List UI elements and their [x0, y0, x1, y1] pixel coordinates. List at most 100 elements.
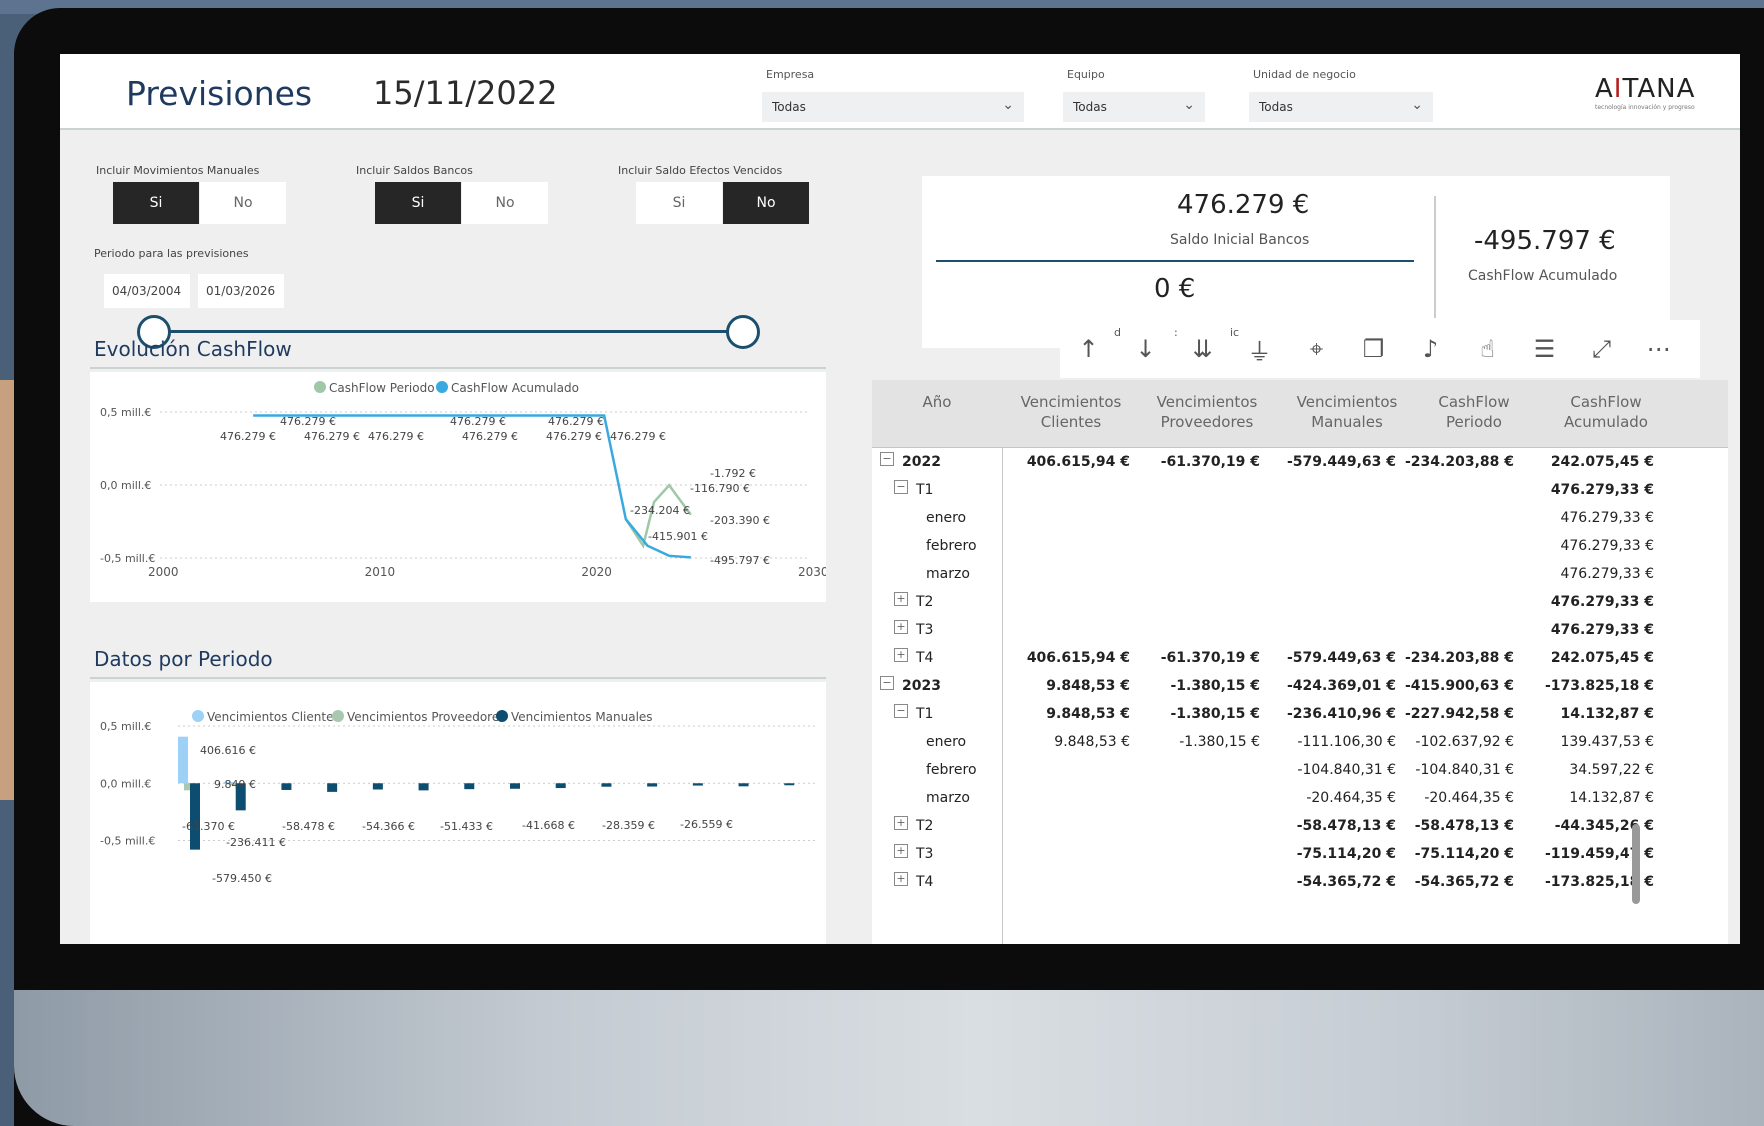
- matrix-row[interactable]: enero 476.279,33 €: [872, 504, 1728, 532]
- kpi-divider: [936, 260, 1414, 262]
- collapse-icon[interactable]: −: [880, 452, 894, 466]
- device-chin: [14, 990, 1764, 1126]
- header-ano[interactable]: Año: [892, 392, 982, 412]
- matrix-cell: 406.615,94 €: [1026, 454, 1130, 470]
- matrix-row[interactable]: febrero 476.279,33 €: [872, 532, 1728, 560]
- more-options-icon[interactable]: ⋯: [1630, 335, 1687, 363]
- banks-yes-button[interactable]: Si: [375, 182, 461, 224]
- aitana-logo-tagline: tecnología innovación y progreso: [1595, 104, 1695, 111]
- expand-icon[interactable]: +: [894, 592, 908, 606]
- like-icon[interactable]: ☝: [1459, 335, 1516, 363]
- matrix-cell: -424.369,01 €: [1287, 678, 1396, 694]
- manual-yes-button[interactable]: Si: [113, 182, 199, 224]
- data-label: 476.279 €: [548, 415, 604, 428]
- matrix-row[interactable]: marzo -20.464,35 € -20.464,35 € 14.132,87 €: [872, 784, 1728, 812]
- y-tick-label: -0,5 mill.€: [100, 552, 155, 565]
- expand-icon[interactable]: +: [894, 648, 908, 662]
- data-label: 476.279 €: [462, 430, 518, 443]
- date-from-input[interactable]: 04/03/2004: [104, 274, 190, 308]
- overdue-effects-label: Incluir Saldo Efectos Vencidos: [618, 164, 783, 177]
- matrix-row[interactable]: + T4 406.615,94 € -61.370,19 € -579.449,63 €…: [872, 644, 1728, 672]
- matrix-header: Año Vencimientos Clientes Vencimientos P…: [872, 380, 1728, 448]
- matrix-row[interactable]: + T3 -75.114,20 € -75.114,20 € -119.459,47 €: [872, 840, 1728, 868]
- matrix-cell: -104.840,31 €: [1297, 762, 1396, 778]
- matrix-cell: 406.615,94 €: [1026, 650, 1130, 666]
- evolucion-cashflow-title: Evolución CashFlow: [94, 337, 292, 361]
- legend-label: Vencimientos Clientes: [207, 710, 340, 724]
- matrix-row[interactable]: + T3 476.279,33 €: [872, 616, 1728, 644]
- row-label: T2: [916, 594, 934, 610]
- manual-movements-label: Incluir Movimientos Manuales: [96, 164, 260, 177]
- row-label: T4: [916, 650, 934, 666]
- effects-no-button[interactable]: No: [723, 182, 809, 224]
- matrix-cell: 14.132,87 €: [1560, 706, 1654, 722]
- banks-no-button[interactable]: No: [462, 182, 548, 224]
- effects-yes-button[interactable]: Si: [636, 182, 722, 224]
- header-vencimientos-manuales[interactable]: Vencimientos Manuales: [1280, 392, 1414, 432]
- header-vencimientos-clientes[interactable]: Vencimientos Clientes: [1006, 392, 1136, 432]
- filter-empresa-select[interactable]: Todas ⌄: [762, 92, 1024, 122]
- sort-descending-icon[interactable]: ↓: [1117, 335, 1174, 363]
- copy-icon[interactable]: ❐: [1345, 335, 1402, 363]
- expand-icon[interactable]: +: [894, 816, 908, 830]
- collapse-icon[interactable]: −: [880, 676, 894, 690]
- bar: [738, 783, 749, 787]
- row-label: T3: [916, 622, 934, 638]
- row-label: febrero: [926, 538, 977, 554]
- matrix-row[interactable]: − T1 476.279,33 €: [872, 476, 1728, 504]
- hierarchy-icon[interactable]: ⏚: [1231, 332, 1288, 367]
- matrix-row[interactable]: − T1 9.848,53 € -1.380,15 € -236.410,96 € -22…: [872, 700, 1728, 728]
- matrix-cell: 9.848,53 €: [1054, 734, 1130, 750]
- header-cashflow-periodo[interactable]: CashFlow Periodo: [1414, 392, 1534, 432]
- zero-value: 0 €: [1154, 274, 1196, 304]
- saldo-inicial-value: 476.279 €: [1177, 190, 1310, 220]
- y-tick-label: 0,0 mill.€: [100, 777, 151, 790]
- matrix-cell: -54.365,72 €: [1296, 874, 1396, 890]
- pin-icon[interactable]: ⌖: [1288, 335, 1345, 363]
- matrix-cell: 476.279,33 €: [1560, 510, 1654, 526]
- evolucion-cashflow-chart-box: CashFlow Periodo CashFlow Acumulado 0,5 mi…: [90, 372, 829, 602]
- manual-no-button[interactable]: No: [200, 182, 286, 224]
- expand-icon[interactable]: +: [894, 872, 908, 886]
- period-slider-track[interactable]: [154, 330, 744, 333]
- matrix-cell: -236.410,96 €: [1287, 706, 1396, 722]
- row-label: T2: [916, 818, 934, 834]
- matrix-cell: -58.478,13 €: [1414, 818, 1514, 834]
- expand-icon[interactable]: +: [894, 844, 908, 858]
- matrix-row[interactable]: enero 9.848,53 € -1.380,15 € -111.106,30 € -…: [872, 728, 1728, 756]
- header-cashflow-acumulado[interactable]: CashFlow Acumulado: [1536, 392, 1676, 432]
- matrix-cell: -61.370,19 €: [1160, 454, 1260, 470]
- chevron-down-icon: ⌄: [1002, 97, 1014, 113]
- collapse-icon[interactable]: −: [894, 704, 908, 718]
- legend-marker: [192, 710, 204, 722]
- matrix-row[interactable]: −2023 9.848,53 € -1.380,15 € -424.369,01 € -…: [872, 672, 1728, 700]
- expand-all-icon[interactable]: ⇊: [1174, 335, 1231, 363]
- matrix-cell: -75.114,20 €: [1414, 846, 1514, 862]
- matrix-scrollbar[interactable]: [1632, 824, 1640, 904]
- filter-equipo-select[interactable]: Todas ⌄: [1063, 92, 1205, 122]
- row-label: marzo: [926, 566, 970, 582]
- filter-unidad-select[interactable]: Todas ⌄: [1249, 92, 1433, 122]
- matrix-cell: -227.942,58 €: [1405, 706, 1514, 722]
- cashflow-acumulado-label: CashFlow Acumulado: [1468, 268, 1618, 284]
- header-vencimientos-proveedores[interactable]: Vencimientos Proveedores: [1140, 392, 1274, 432]
- collapse-icon[interactable]: −: [894, 480, 908, 494]
- row-label: T1: [916, 482, 934, 498]
- matrix-row[interactable]: −2022 406.615,94 € -61.370,19 € -579.449,63…: [872, 448, 1728, 476]
- matrix-row[interactable]: + T2 -58.478,13 € -58.478,13 € -44.345,26 €: [872, 812, 1728, 840]
- date-to-input[interactable]: 01/03/2026: [198, 274, 284, 308]
- sort-ascending-icon[interactable]: ↑: [1060, 335, 1117, 363]
- matrix-row[interactable]: + T4 -54.365,72 € -54.365,72 € -173.825,18 €: [872, 868, 1728, 896]
- matrix-row[interactable]: + T2 476.279,33 €: [872, 588, 1728, 616]
- expand-icon[interactable]: +: [894, 620, 908, 634]
- data-label: -26.559 €: [680, 818, 733, 831]
- filter-icon[interactable]: ☰: [1516, 335, 1573, 363]
- bell-icon[interactable]: ♪: [1402, 335, 1459, 363]
- slider-end-handle[interactable]: [726, 315, 760, 349]
- row-label: T3: [916, 846, 934, 862]
- matrix-cell: -20.464,35 €: [1306, 790, 1396, 806]
- matrix-row[interactable]: marzo 476.279,33 €: [872, 560, 1728, 588]
- legend-label: CashFlow Acumulado: [451, 381, 579, 395]
- focus-mode-icon[interactable]: ⤢: [1573, 335, 1630, 363]
- matrix-row[interactable]: febrero -104.840,31 € -104.840,31 € 34.597,…: [872, 756, 1728, 784]
